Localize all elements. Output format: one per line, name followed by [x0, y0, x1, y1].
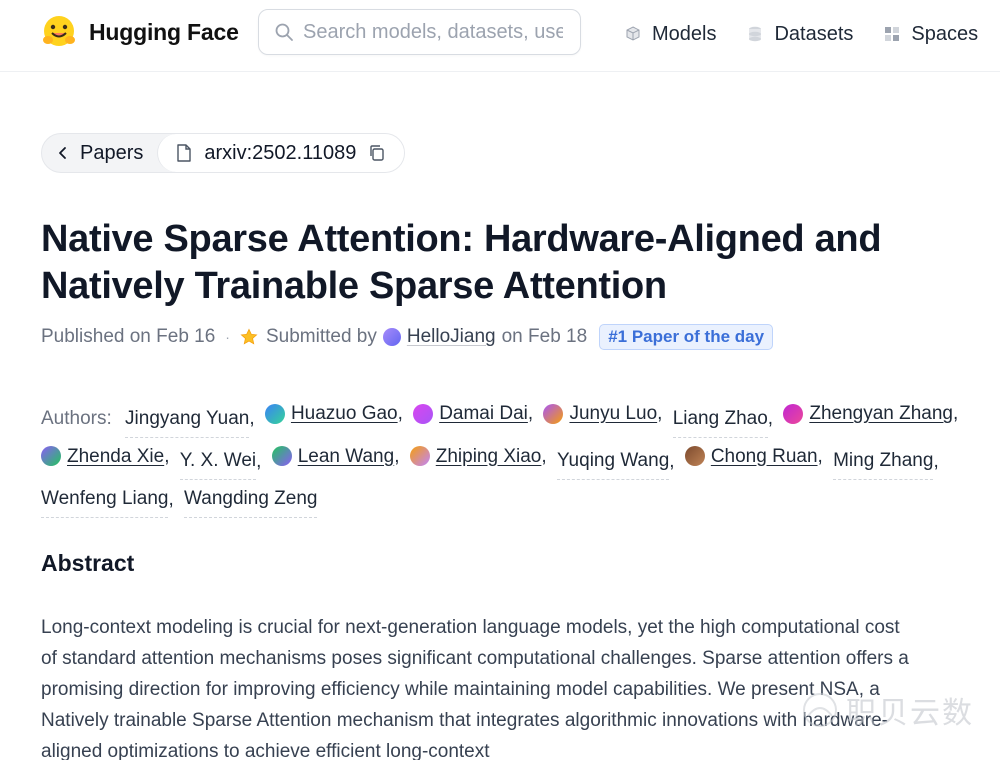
authors-list: Authors: Jingyang Yuan, Huazuo Gao, Dama…: [41, 395, 991, 518]
author-item: Wenfeng Liang,: [41, 480, 174, 518]
search-icon: [275, 23, 293, 41]
back-to-papers-link[interactable]: Papers: [42, 134, 157, 172]
author-separator: ,: [767, 408, 774, 429]
author-name[interactable]: Zhenda Xie: [67, 438, 164, 475]
author-name[interactable]: Zhiping Xiao: [436, 438, 542, 475]
author-item: Yuqing Wang,: [556, 442, 675, 480]
nav-datasets-label: Datasets: [774, 22, 854, 45]
author-item: Wangding Zeng: [184, 480, 318, 518]
author-name: Liang Zhao: [672, 400, 768, 438]
author-name[interactable]: Huazuo Gao: [291, 395, 398, 432]
author-name: Ming Zhang: [833, 442, 934, 480]
hugging-face-logo-icon: [43, 16, 75, 46]
author-item[interactable]: Chong Ruan,: [684, 438, 823, 475]
author-separator: ,: [669, 450, 675, 472]
watermark-logo-icon: [803, 693, 837, 727]
abstract-heading: Abstract: [41, 550, 135, 576]
abstract-text: Long-context modeling is crucial for nex…: [41, 617, 909, 760]
nav-datasets[interactable]: Datasets: [746, 23, 853, 46]
back-label: Papers: [80, 141, 144, 164]
top-nav-bar: Hugging Face Models Datasets: [0, 0, 1000, 72]
author-name: Yuqing Wang: [556, 442, 670, 480]
author-separator: ,: [657, 403, 663, 424]
separator-dot: ·: [225, 329, 230, 345]
paper-of-the-day-badge[interactable]: #1 Paper of the day: [599, 324, 774, 350]
author-item: Liang Zhao,: [672, 400, 774, 438]
author-separator: ,: [256, 450, 262, 472]
author-avatar: [684, 446, 705, 466]
author-avatar: [409, 446, 430, 466]
author-item[interactable]: Junyu Luo,: [543, 395, 662, 432]
author-separator: ,: [394, 445, 400, 467]
author-avatar: [413, 403, 434, 424]
author-name: Jingyang Yuan: [125, 400, 250, 438]
authors-label: Authors:: [41, 407, 112, 429]
watermark-text: 职贝云数: [846, 697, 974, 730]
main-nav: Models Datasets Spaces: [624, 20, 1000, 48]
author-item: Y. X. Wei,: [179, 442, 262, 480]
author-name[interactable]: Lean Wang: [298, 438, 394, 475]
author-separator: ,: [953, 403, 959, 424]
author-avatar: [264, 403, 285, 424]
author-separator: ,: [249, 408, 255, 429]
nav-spaces-label: Spaces: [911, 22, 979, 45]
submitted-by-label: Submitted by: [265, 326, 377, 347]
author-item[interactable]: Zhenda Xie,: [41, 438, 169, 475]
published-date: Published on Feb 16: [41, 326, 216, 347]
author-name: Y. X. Wei: [179, 442, 257, 480]
author-avatar: [543, 403, 564, 424]
submitter-avatar: [382, 328, 401, 346]
author-avatar: [271, 446, 292, 466]
search-input[interactable]: [303, 20, 563, 44]
submitter-link[interactable]: HelloJiang: [407, 326, 496, 348]
author-item[interactable]: Damai Dai,: [413, 395, 533, 432]
author-name[interactable]: Damai Dai: [439, 395, 528, 432]
author-name[interactable]: Chong Ruan: [711, 438, 818, 475]
author-separator: ,: [164, 445, 170, 467]
search-box[interactable]: [258, 9, 581, 55]
author-separator: ,: [541, 445, 547, 467]
author-separator: ,: [527, 403, 534, 424]
author-item[interactable]: Zhiping Xiao,: [409, 438, 547, 475]
author-separator: ,: [817, 445, 823, 467]
author-avatar: [41, 446, 61, 466]
author-name[interactable]: Junyu Luo: [569, 395, 657, 432]
watermark: 职贝云数: [800, 688, 974, 732]
grid-icon: [885, 27, 900, 41]
breadcrumb: Papers arxiv:2502.11089: [41, 133, 406, 173]
cube-icon: [626, 26, 640, 41]
author-separator: ,: [168, 488, 174, 510]
author-name: Wangding Zeng: [184, 480, 318, 518]
nav-models-label: Models: [652, 22, 717, 45]
paper-id-chip: arxiv:2502.11089: [157, 134, 405, 172]
paper-id: arxiv:2502.11089: [204, 141, 357, 164]
chevron-left-icon: [59, 147, 66, 159]
author-separator: ,: [933, 450, 939, 472]
document-icon: [177, 144, 192, 162]
author-separator: ,: [397, 403, 403, 424]
brand-logo[interactable]: Hugging Face: [41, 14, 239, 50]
author-item[interactable]: Lean Wang,: [271, 438, 400, 475]
submitted-date: on Feb 18: [501, 326, 588, 347]
author-name[interactable]: Zhengyan Zhang: [809, 395, 953, 432]
author-item: Jingyang Yuan,: [125, 400, 255, 438]
paper-title: Native Sparse Attention: Hardware-Aligne…: [41, 218, 882, 307]
paper-meta: Published on Feb 16 · Submitted by Hello…: [41, 323, 774, 351]
author-item[interactable]: Zhengyan Zhang,: [783, 395, 958, 432]
nav-models[interactable]: Models: [624, 23, 716, 46]
brand-name: Hugging Face: [89, 18, 239, 45]
author-item[interactable]: Huazuo Gao,: [264, 395, 403, 432]
author-name: Wenfeng Liang: [41, 480, 169, 518]
star-icon: [240, 328, 258, 345]
copy-icon[interactable]: [368, 144, 386, 162]
database-icon: [749, 26, 762, 42]
author-item: Ming Zhang,: [833, 442, 939, 480]
nav-spaces[interactable]: Spaces: [883, 23, 978, 46]
author-avatar: [783, 403, 804, 424]
